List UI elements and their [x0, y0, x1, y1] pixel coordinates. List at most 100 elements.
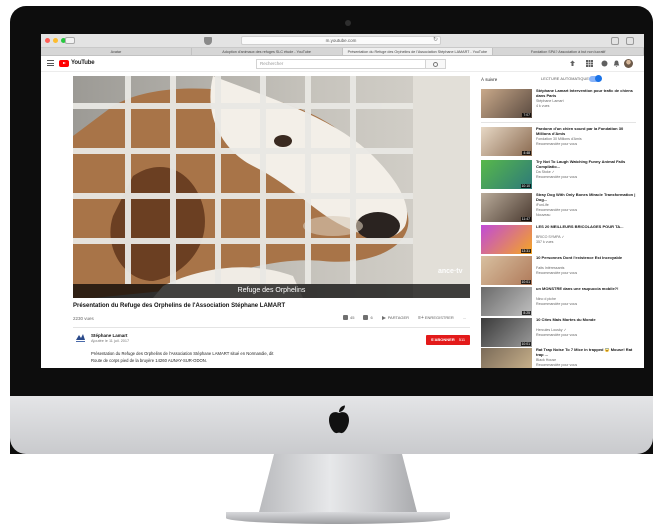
- recommendation-item[interactable]: 4:48 Pardonn d'un chien sourd par la Fond…: [481, 127, 641, 157]
- shield-icon[interactable]: [204, 37, 212, 45]
- recommendation-channel: Black House: [536, 358, 557, 362]
- recommendation-item[interactable]: 10:10 Try Not To Laugh Watching Funny Ani…: [481, 160, 641, 190]
- publish-date: Ajoutée le 11 juil. 2017: [91, 339, 130, 343]
- video-duration: 4:48: [522, 150, 531, 155]
- imac-stand: [258, 454, 418, 516]
- video-thumbnail[interactable]: 10:01: [481, 256, 532, 285]
- recommendation-item[interactable]: 8:25 un MONSTRE dans une raupuccia mobile…: [481, 287, 641, 317]
- recommendation-meta: Recommandée pour vous: [536, 175, 578, 179]
- recommendation-meta: 357 k vues: [536, 240, 554, 244]
- recommendation-title[interactable]: LES 20 MEILLEURS BRICOLAGES POUR TA...: [536, 225, 636, 230]
- upload-icon[interactable]: [569, 60, 576, 67]
- video-thumbnail[interactable]: 10:01: [481, 318, 532, 347]
- more-actions-button[interactable]: ...: [463, 315, 466, 320]
- recommendation-channel: Stéphane Lamart: [536, 99, 564, 103]
- recommendation-item[interactable]: 11:47 Stray Dog With Only Bones Miracle T…: [481, 193, 641, 223]
- video-duration: 7:07: [522, 112, 531, 117]
- channel-logo-icon[interactable]: [75, 333, 86, 344]
- tabs-overview-icon[interactable]: [626, 37, 634, 45]
- divider: [73, 327, 470, 328]
- video-thumbnail[interactable]: 11:47: [481, 193, 532, 222]
- search-button[interactable]: [426, 59, 446, 69]
- recommendation-item[interactable]: 7:07 Stéphane Lamart Intervention pour tr…: [481, 89, 641, 119]
- search-input[interactable]: Rechercher: [256, 59, 426, 69]
- recommendation-channel: iFunLife: [536, 203, 549, 207]
- youtube-header: YouTube Rechercher: [41, 56, 644, 72]
- youtube-logo-icon[interactable]: [59, 60, 69, 67]
- like-count: 45: [350, 315, 355, 320]
- recommendation-channel: Nino d piche: [536, 297, 556, 301]
- reload-icon[interactable]: ↻: [433, 37, 438, 44]
- video-thumbnail[interactable]: 7:07: [481, 89, 532, 118]
- tab-fondation[interactable]: Fondation SPA? Association à but non luc…: [493, 48, 644, 55]
- notifications-bell-icon[interactable]: [613, 60, 620, 67]
- video-player[interactable]: ance·tv Refuge des Orphelins: [73, 76, 470, 298]
- recommendation-channel: Hercules Lousky ✓: [536, 328, 567, 332]
- dislike-count: 6: [370, 315, 373, 320]
- back-button[interactable]: [65, 37, 75, 44]
- video-thumbnail[interactable]: 10:10: [481, 160, 532, 189]
- share-page-icon[interactable]: [611, 37, 619, 45]
- video-actions: 45 6 PARTAGER ≡+ENREGISTRER ...: [343, 315, 466, 322]
- recommendation-title[interactable]: Try Not To Laugh Watching Funny Animal F…: [536, 160, 636, 170]
- tab-avatar[interactable]: Avatar: [41, 48, 192, 55]
- video-duration: 13:31: [520, 248, 531, 253]
- apple-logo-icon: [329, 405, 349, 434]
- video-title: Présentation du Refuge des Orphelins de …: [73, 303, 286, 309]
- camera-icon: [345, 20, 351, 26]
- like-button[interactable]: 45: [343, 315, 355, 321]
- up-next-label: À suivre: [481, 77, 498, 82]
- add-to-playlist-icon: ≡+: [418, 315, 424, 322]
- recommendation-meta: 4 k vues: [536, 104, 550, 108]
- messages-icon[interactable]: [601, 60, 608, 67]
- recommendation-item[interactable]: Rat Trap Noise To 7 Mice in trapped 😱 Mo…: [481, 348, 641, 368]
- tab-current-video[interactable]: Présentation du Refuge des Orphelins de …: [342, 48, 494, 55]
- youtube-logo-text[interactable]: YouTube: [71, 60, 95, 66]
- recommendation-title[interactable]: 10 Personnes Dont l'existence Est Incroy…: [536, 256, 636, 261]
- recommendation-title[interactable]: Stéphane Lamart Intervention pour trafic…: [536, 89, 636, 99]
- share-label: PARTAGER: [387, 315, 410, 321]
- recommendation-title[interactable]: 10 Cites Mais Mortes du Monde: [536, 318, 636, 323]
- recommendation-badge: Nouveau: [536, 213, 551, 217]
- recommendation-title[interactable]: un MONSTRE dans une raupuccia mobile?!: [536, 287, 636, 292]
- divider: [481, 122, 636, 123]
- recommendation-channel: Faits Intéressants: [536, 266, 565, 270]
- video-thumbnail[interactable]: 8:25: [481, 287, 532, 316]
- recommendation-item[interactable]: 10:01 10 Personnes Dont l'existence Est I…: [481, 256, 641, 286]
- dislike-button[interactable]: 6: [363, 315, 373, 321]
- account-avatar[interactable]: [624, 59, 633, 68]
- video-caption: Refuge des Orphelins: [73, 284, 470, 298]
- browser-toolbar: m.youtube.com ↻: [41, 34, 644, 48]
- close-window-icon[interactable]: [45, 38, 50, 43]
- subscriber-count: 511: [458, 337, 466, 342]
- recommendation-title[interactable]: Stray Dog With Only Bones Miracle Transf…: [536, 193, 636, 203]
- autoplay-toggle[interactable]: [589, 75, 602, 82]
- share-button[interactable]: PARTAGER: [381, 315, 410, 321]
- share-icon: [381, 316, 386, 321]
- video-frame-dog-in-kennel: [73, 76, 470, 298]
- subscribe-button[interactable]: S'ABONNER 511: [426, 335, 470, 345]
- recommendation-item[interactable]: 13:31 LES 20 MEILLEURS BRICOLAGES POUR TA…: [481, 225, 641, 255]
- save-label: ENREGISTRER: [424, 315, 454, 321]
- video-thumbnail[interactable]: 4:48: [481, 127, 532, 156]
- recommendation-item[interactable]: 10:01 10 Cites Mais Mortes du Monde Hercul…: [481, 318, 641, 348]
- recommendation-title[interactable]: Rat Trap Noise To 7 Mice in trapped 😱 Mo…: [536, 348, 636, 358]
- save-button[interactable]: ≡+ENREGISTRER: [418, 315, 454, 322]
- channel-name[interactable]: Stéphane Lamart: [91, 333, 128, 338]
- tab-adoption[interactable]: Adoption d'animaux des refuges SLC étude…: [192, 48, 343, 55]
- recommendation-title[interactable]: Pardonn d'un chien sourd par la Fondatio…: [536, 127, 636, 137]
- video-thumbnail[interactable]: 13:31: [481, 225, 532, 254]
- recommendation-channel: Fondation 30 Millions d'Amis: [536, 137, 582, 141]
- apps-grid-icon[interactable]: [586, 60, 593, 67]
- recommendation-meta: Recommandée pour vous: [536, 208, 578, 212]
- minimize-window-icon[interactable]: [53, 38, 58, 43]
- tab-strip: Avatar Adoption d'animaux des refuges SL…: [41, 48, 644, 56]
- screen: m.youtube.com ↻ Avatar Adoption d'animau…: [41, 34, 644, 368]
- video-duration: 10:01: [520, 341, 531, 346]
- address-bar[interactable]: m.youtube.com: [241, 36, 441, 45]
- video-thumbnail[interactable]: [481, 348, 532, 368]
- autoplay-label: LECTURE AUTOMATIQUE: [541, 77, 589, 81]
- hamburger-menu-icon[interactable]: [47, 60, 54, 66]
- recommendation-meta: Recommandée pour vous: [536, 271, 578, 275]
- video-duration: 10:01: [520, 279, 531, 284]
